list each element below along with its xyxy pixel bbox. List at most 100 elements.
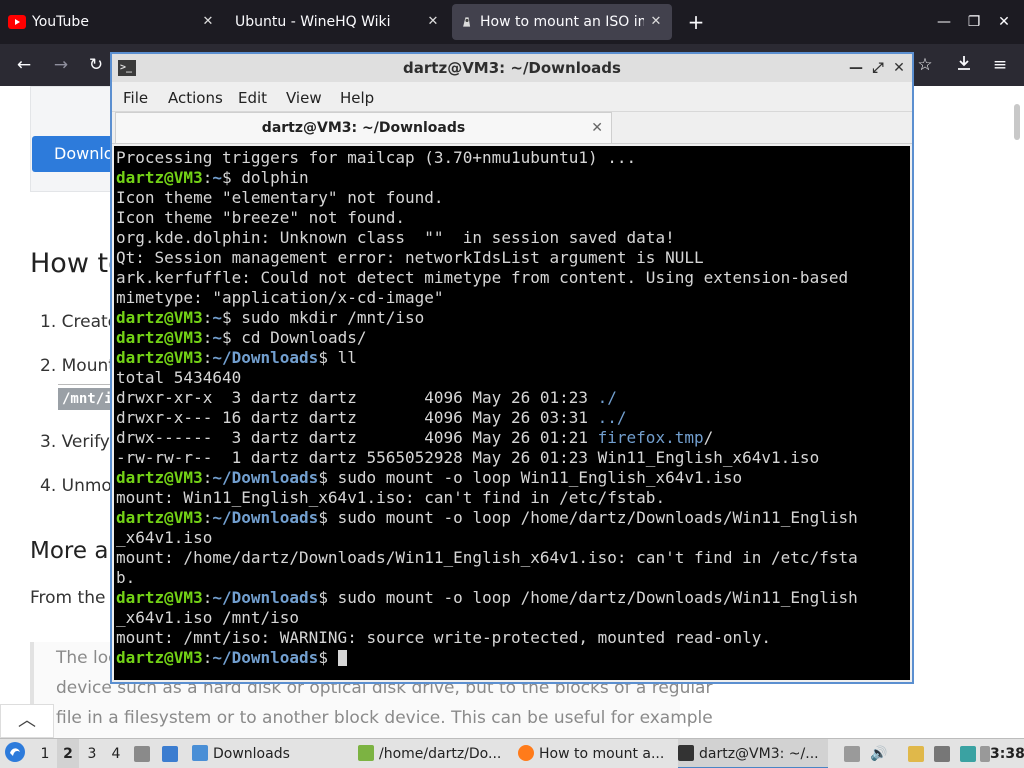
terminal-text: _x64v1.iso — [116, 528, 213, 547]
terminal-line: dartz@VM3:~/Downloads$ sudo mount -o loo… — [116, 588, 910, 608]
terminal-text: ../ — [597, 408, 627, 427]
terminal-text: mount: /home/dartz/Downloads/Win11_Engli… — [116, 548, 858, 567]
terminal-window: >_ dartz@VM3: ~/Downloads — ⤢ ✕ File Act… — [110, 52, 914, 684]
close-tab-icon[interactable]: ✕ — [198, 12, 218, 32]
menu-help[interactable]: Help — [340, 89, 374, 107]
bookmark-star-icon[interactable]: ☆ — [914, 54, 936, 76]
terminal-text: dartz@VM3 — [116, 588, 203, 607]
terminal-titlebar[interactable]: >_ dartz@VM3: ~/Downloads — ⤢ ✕ — [112, 54, 912, 82]
tab-label: Ubuntu - WineHQ Wiki — [235, 14, 391, 30]
minimize-icon[interactable]: — — [934, 12, 954, 32]
list-item: 2. Mount — [40, 356, 115, 376]
terminal-text: $ cd Downloads/ — [221, 328, 367, 347]
terminal-line: ark.kerfuffle: Could not detect mimetype… — [116, 268, 910, 288]
reload-icon[interactable]: ↻ — [85, 54, 107, 76]
tab-youtube[interactable]: YouTube ✕ — [0, 4, 224, 40]
task-firefox[interactable]: How to mount a... — [518, 739, 672, 768]
trash-icon[interactable] — [844, 739, 860, 768]
terminal-icon: >_ — [118, 60, 136, 76]
terminal-text: dartz@VM3 — [116, 328, 203, 347]
maximize-icon[interactable]: ⤢ — [870, 58, 886, 78]
tab-iso-howto[interactable]: How to mount an ISO ima ✕ — [452, 4, 672, 40]
terminal-icon — [678, 745, 694, 761]
terminal-text: dartz@VM3 — [116, 308, 203, 327]
terminal-text: : — [202, 328, 213, 347]
terminal-text: mimetype: "application/x-cd-image" — [116, 288, 444, 307]
download-button[interactable]: Downlo — [32, 136, 122, 172]
terminal-text: dartz@VM3 — [116, 508, 203, 527]
taskbar: 1 2 3 4 Downloads /home/dartz/Do... How … — [0, 738, 1024, 768]
menu-view[interactable]: View — [286, 89, 322, 107]
terminal-line: total 5434640 — [116, 368, 910, 388]
terminal-line: mount: Win11_English_x64v1.iso: can't fi… — [116, 488, 910, 508]
clipboard-icon[interactable] — [908, 739, 928, 768]
close-tab-icon[interactable]: ✕ — [591, 113, 603, 143]
minimize-icon[interactable]: — — [848, 58, 864, 78]
divider — [58, 384, 118, 385]
terminal-line: drwx------ 3 dartz dartz 4096 May 26 01:… — [116, 428, 910, 448]
close-icon[interactable]: ✕ — [891, 58, 907, 78]
browser-tab-bar: YouTube ✕ Ubuntu - WineHQ Wiki ✕ How to … — [0, 0, 1024, 44]
terminal-text: Icon theme "elementary" not found. — [116, 188, 444, 207]
task-downloads[interactable]: Downloads — [192, 739, 354, 768]
terminal-text: firefox.tmp — [597, 428, 704, 447]
terminal-tab-label: dartz@VM3: ~/Downloads — [261, 120, 466, 136]
terminal-text: $ sudo mount -o loop Win11_English_x64v1… — [318, 468, 743, 487]
workspace-2[interactable]: 2 — [57, 739, 79, 768]
restore-icon[interactable]: ❐ — [964, 12, 984, 32]
terminal-text: : — [202, 348, 213, 367]
scroll-to-top-button[interactable]: ︿ — [0, 704, 54, 738]
tab-label: YouTube — [32, 14, 89, 30]
terminal-text: ~/Downloads — [212, 508, 319, 527]
keyboard-icon[interactable] — [934, 739, 954, 768]
volume-icon[interactable]: 🔊 — [870, 739, 890, 768]
page-scrollbar[interactable] — [1014, 104, 1020, 140]
close-tab-icon[interactable]: ✕ — [423, 12, 443, 32]
terminal-text: Icon theme "breeze" not found. — [116, 208, 405, 227]
terminal-text: drwx------ 3 dartz dartz 4096 May 26 01:… — [116, 428, 598, 447]
menu-hamburger-icon[interactable]: ≡ — [989, 54, 1011, 76]
task-label: Downloads — [213, 746, 290, 762]
terminal-text: _x64v1.iso /mnt/iso — [116, 608, 300, 627]
terminal-line: Icon theme "breeze" not found. — [116, 208, 910, 228]
terminal-tab[interactable]: dartz@VM3: ~/Downloads ✕ — [115, 112, 612, 144]
show-desktop-icon[interactable] — [162, 739, 184, 768]
task-terminal[interactable]: dartz@VM3: ~/... — [678, 739, 828, 768]
task-home-folder[interactable]: /home/dartz/Do... — [358, 739, 510, 768]
terminal-line: dartz@VM3:~$ sudo mkdir /mnt/iso — [116, 308, 910, 328]
close-window-icon[interactable]: ✕ — [994, 12, 1014, 32]
terminal-text: $ ll — [318, 348, 357, 367]
terminal-text: dartz@VM3 — [116, 648, 203, 667]
terminal-text: ~/Downloads — [212, 348, 319, 367]
close-tab-icon[interactable]: ✕ — [646, 12, 666, 32]
new-tab-button[interactable]: + — [684, 10, 708, 34]
terminal-line: dartz@VM3:~/Downloads$ sudo mount -o loo… — [116, 468, 910, 488]
terminal-text: / — [703, 428, 714, 447]
terminal-line: _x64v1.iso /mnt/iso — [116, 608, 910, 628]
archive-icon — [358, 745, 374, 761]
terminal-line: mimetype: "application/x-cd-image" — [116, 288, 910, 308]
file-manager-launcher-icon[interactable] — [134, 739, 154, 768]
terminal-output[interactable]: Processing triggers for mailcap (3.70+nm… — [114, 146, 910, 680]
terminal-text: ~/Downloads — [212, 468, 319, 487]
network-icon[interactable] — [960, 739, 980, 768]
forward-icon[interactable]: → — [50, 54, 72, 76]
tab-winehq[interactable]: Ubuntu - WineHQ Wiki ✕ — [227, 4, 449, 40]
back-icon[interactable]: ← — [13, 54, 35, 76]
menu-file[interactable]: File — [123, 89, 148, 107]
terminal-text: ~ — [212, 308, 222, 327]
terminal-text: org.kde.dolphin: Unknown class "" in ses… — [116, 228, 675, 247]
terminal-line: dartz@VM3:~/Downloads$ — [116, 648, 910, 668]
workspace-3[interactable]: 3 — [81, 739, 103, 768]
terminal-text: : — [202, 468, 213, 487]
list-item: 1. Create — [40, 312, 119, 332]
menu-actions[interactable]: Actions — [168, 89, 223, 107]
workspace-1[interactable]: 1 — [34, 739, 56, 768]
firefox-icon — [518, 745, 534, 761]
workspace-4[interactable]: 4 — [105, 739, 127, 768]
menu-edit[interactable]: Edit — [238, 89, 267, 107]
terminal-text: $ dolphin — [221, 168, 309, 187]
app-menu-icon[interactable] — [4, 739, 30, 768]
downloads-icon[interactable] — [953, 54, 975, 76]
terminal-text: -rw-rw-r-- 1 dartz dartz 5565052928 May … — [116, 448, 820, 467]
